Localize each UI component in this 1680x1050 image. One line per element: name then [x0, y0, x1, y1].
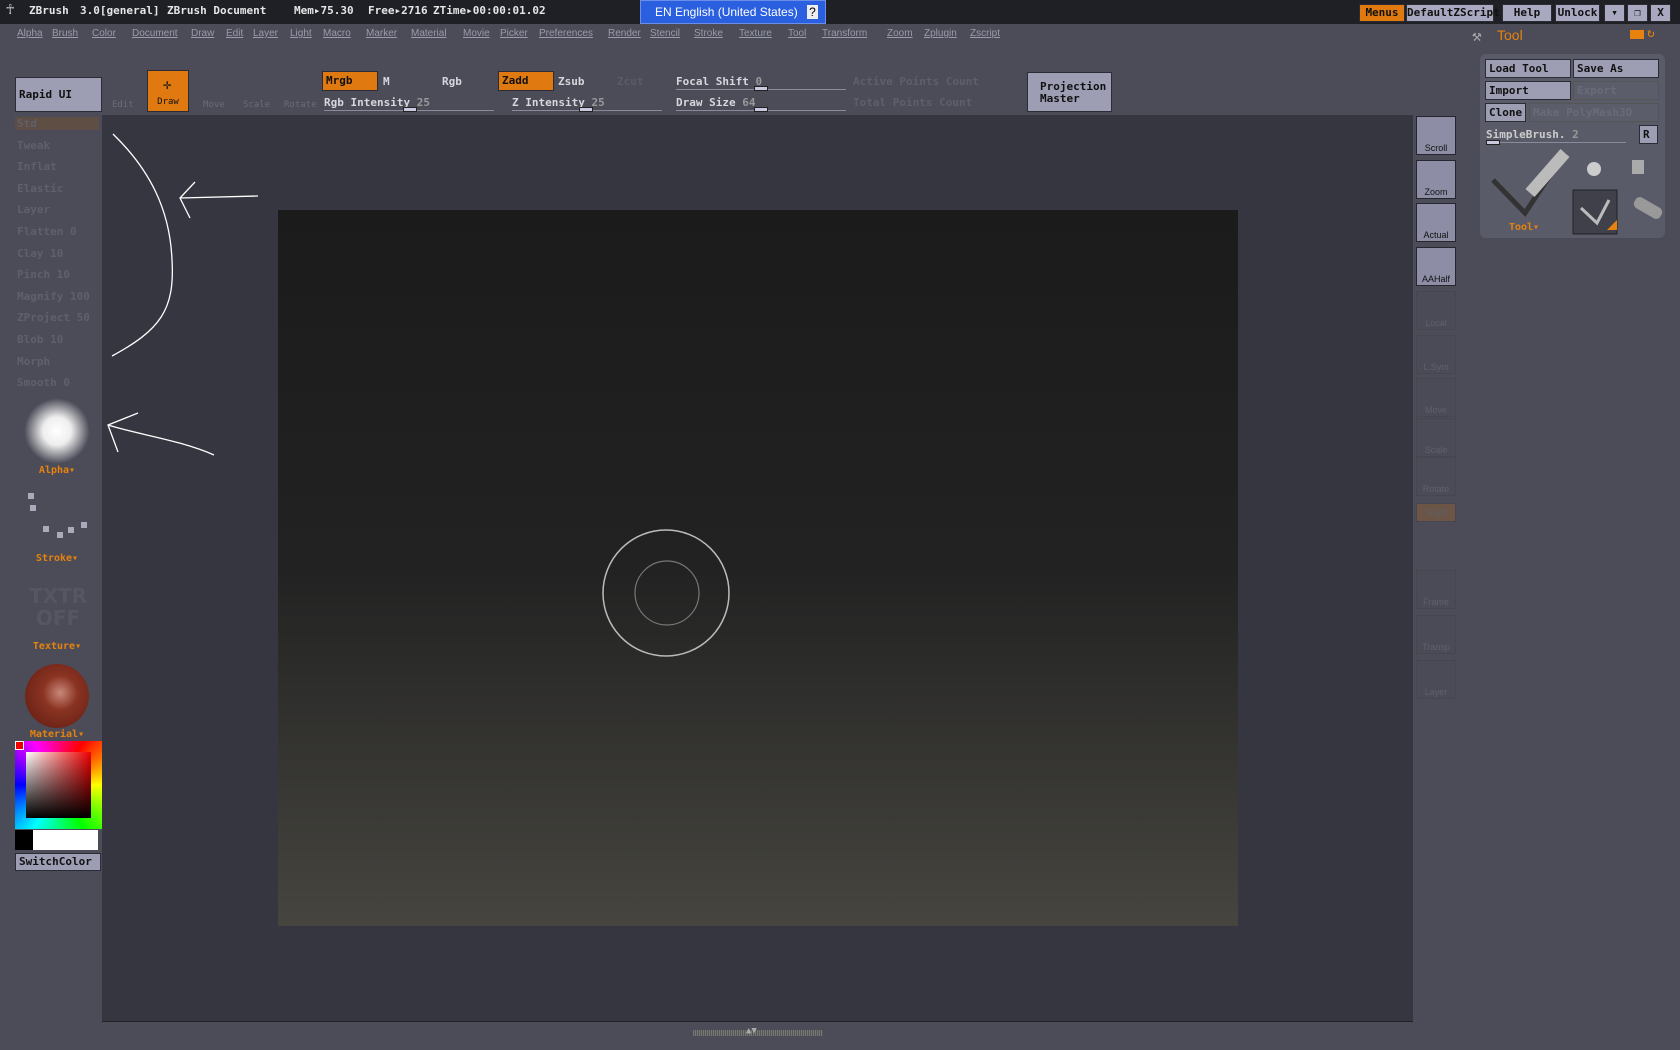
shelf-aahalf-button[interactable]: AAHalf [1416, 247, 1456, 286]
shelf-layer-button[interactable]: Layer [1416, 660, 1456, 699]
brush-tweak[interactable]: Tweak [17, 139, 50, 152]
brush-pinch[interactable]: Pinch 10 [17, 268, 70, 281]
brush-zproject[interactable]: ZProject 50 [17, 311, 90, 324]
brush-std[interactable]: Std [15, 117, 99, 130]
shelf-frame-button[interactable]: Frame [1416, 570, 1456, 609]
expand-arrows-icon[interactable]: ▲▼ [746, 1026, 757, 1036]
brush-clay[interactable]: Clay 10 [17, 247, 63, 260]
tool-menu-label: Tool [1508, 222, 1534, 233]
make-polymesh3d-button[interactable]: Make PolyMesh3D [1529, 103, 1659, 122]
color-picker-square[interactable] [26, 752, 91, 818]
r-button[interactable]: R [1639, 125, 1658, 144]
brush-layer[interactable]: Layer [17, 203, 50, 216]
shelf-transp-button[interactable]: Transp [1416, 615, 1456, 654]
tool-menu[interactable]: Tool▾ [1480, 222, 1568, 233]
shelf-gxyz-button[interactable]: Gxyz [1416, 503, 1456, 522]
simplebrush-head-icon [1525, 149, 1570, 197]
main-color-swatch[interactable] [15, 741, 24, 750]
stroke-dots-icon[interactable] [25, 490, 95, 545]
tool-palette-title: Tool [1497, 27, 1523, 43]
tool-count: 2 [1572, 128, 1579, 141]
brush-morph[interactable]: Morph [17, 355, 50, 368]
brush-magnify[interactable]: Magnify 100 [17, 290, 90, 303]
shelf-zoom-button[interactable]: Zoom [1416, 160, 1456, 199]
shelf-move-button[interactable]: Move [1416, 378, 1456, 417]
shelf-lsym-button[interactable]: L.Sym [1416, 335, 1456, 374]
brush-smooth[interactable]: Smooth 0 [17, 376, 70, 389]
brush-elastic[interactable]: Elastic [17, 182, 63, 195]
tool-slider[interactable] [1486, 142, 1626, 143]
bottom-shelf-toggle[interactable] [693, 1030, 823, 1036]
export-button[interactable]: Export [1573, 81, 1659, 100]
save-as-button[interactable]: Save As [1573, 59, 1659, 78]
drawn-arrow-top [179, 181, 259, 219]
material-menu[interactable]: Material▾ [12, 729, 102, 740]
secondary-color-swatch[interactable] [15, 830, 33, 850]
sphere-tool-icon[interactable] [1587, 162, 1601, 176]
material-thumbnail[interactable] [25, 664, 89, 728]
alpha-menu[interactable]: Alpha▾ [12, 465, 102, 476]
alpha-label: Alpha [38, 465, 70, 476]
drawn-bracket [111, 133, 174, 357]
shelf-scale-button[interactable]: Scale [1416, 418, 1456, 457]
alpha-thumbnail[interactable] [24, 398, 90, 464]
material-label: Material [29, 729, 79, 740]
brush-blob[interactable]: Blob 10 [17, 333, 63, 346]
brush-inflat[interactable]: Inflat [17, 160, 57, 173]
tool-slider-knob[interactable] [1486, 140, 1500, 145]
hammer-icon: ⚒ [1472, 26, 1482, 45]
palette-dock-icon[interactable] [1630, 30, 1644, 39]
texture-menu[interactable]: Texture▾ [12, 641, 102, 652]
texture-off-thumbnail[interactable]: TXTR OFF [20, 585, 96, 629]
brush-inner-circle [634, 560, 700, 626]
brush-flatten[interactable]: Flatten 0 [17, 225, 77, 238]
shelf-actual-button[interactable]: Actual [1416, 203, 1456, 242]
cylinder-tool-icon[interactable] [1632, 195, 1664, 220]
canvas-strokes [107, 133, 730, 657]
import-button[interactable]: Import [1485, 81, 1571, 100]
stroke-menu[interactable]: Stroke▾ [12, 553, 102, 564]
brush-outer-circle [602, 529, 730, 657]
texture-label: Texture [32, 641, 76, 652]
drawn-arrow-bottom [107, 412, 215, 456]
palette-reset-icon[interactable]: ↻ [1647, 26, 1655, 41]
shelf-scroll-button[interactable]: Scroll [1416, 116, 1456, 155]
multi-tool-icon[interactable] [1632, 160, 1644, 174]
main-color-bar[interactable] [33, 830, 98, 850]
shelf-local-button[interactable]: Local [1416, 291, 1456, 330]
clone-button[interactable]: Clone [1485, 103, 1526, 122]
load-tool-button[interactable]: Load Tool [1485, 59, 1571, 78]
shelf-rotate-button[interactable]: Rotate [1416, 457, 1456, 496]
stroke-label: Stroke [35, 553, 73, 564]
switchcolor-button[interactable]: SwitchColor [15, 853, 101, 871]
